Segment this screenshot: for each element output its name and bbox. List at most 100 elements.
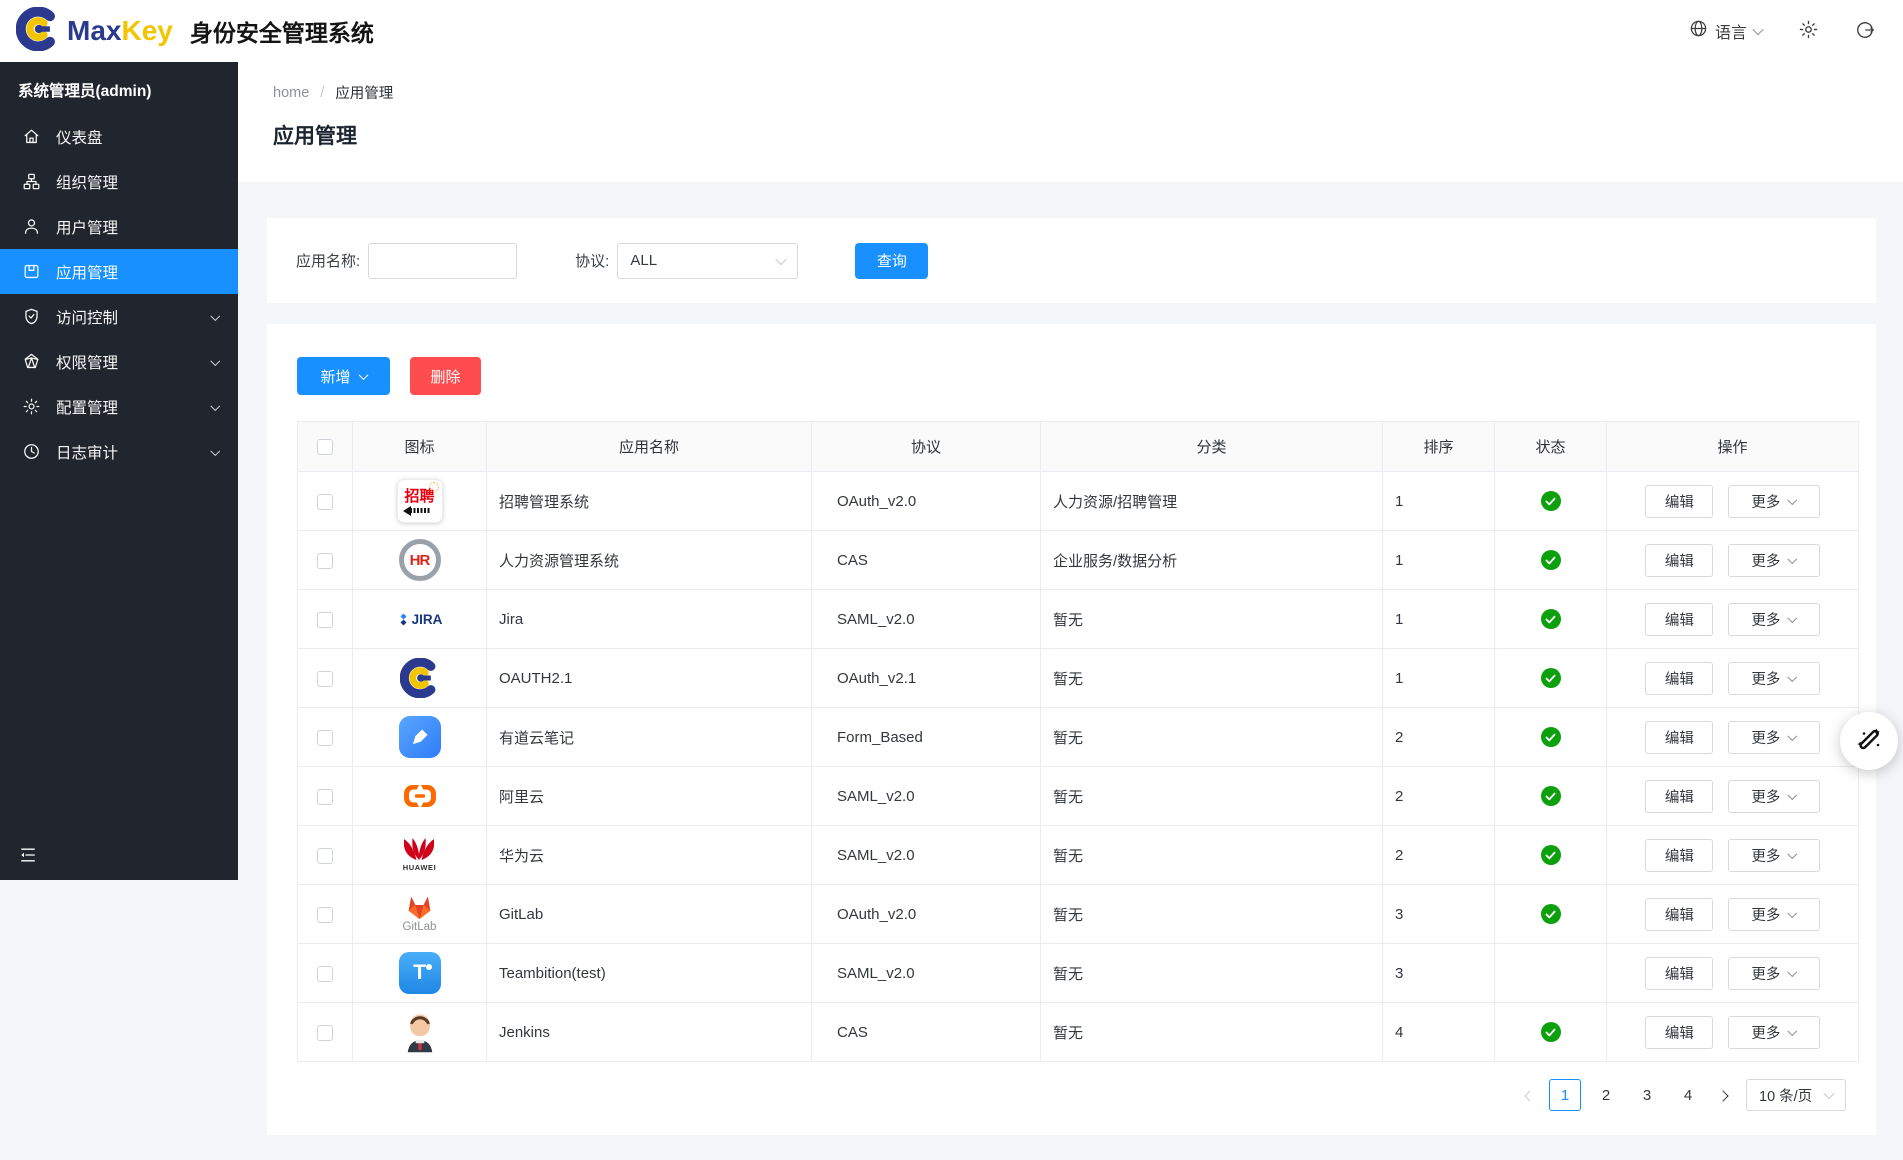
page-header: home / 应用管理 应用管理: [238, 62, 1903, 182]
sort-cell: 1: [1383, 590, 1495, 649]
logout-button[interactable]: [1855, 20, 1875, 43]
magic-wand-icon: [1854, 725, 1884, 758]
app-name-label: 应用名称:: [296, 250, 360, 271]
status-active-icon: [1541, 668, 1561, 688]
chevron-down-icon: [1788, 731, 1797, 740]
row-checkbox[interactable]: [317, 553, 333, 569]
edit-button[interactable]: 编辑: [1645, 839, 1713, 872]
sidebar-collapse-button[interactable]: [18, 845, 38, 868]
edit-button[interactable]: 编辑: [1645, 898, 1713, 931]
edit-button[interactable]: 编辑: [1645, 603, 1713, 636]
edit-button[interactable]: 编辑: [1645, 485, 1713, 518]
edit-button[interactable]: 编辑: [1645, 544, 1713, 577]
row-checkbox[interactable]: [317, 907, 333, 923]
page-number-2[interactable]: 2: [1590, 1079, 1622, 1111]
table-row: GitLab GitLab OAuth_v2.0 暂无 3 编辑 更多: [298, 885, 1859, 944]
add-button[interactable]: 新增: [297, 357, 390, 395]
column-header-sort: 排序: [1383, 422, 1495, 472]
breadcrumb-home-link[interactable]: home: [273, 85, 309, 101]
page-size-select[interactable]: 10 条/页: [1746, 1079, 1846, 1111]
sort-cell: 1: [1383, 472, 1495, 531]
row-checkbox[interactable]: [317, 1025, 333, 1041]
theme-wand-button[interactable]: [1840, 712, 1898, 770]
edit-button[interactable]: 编辑: [1645, 780, 1713, 813]
edit-button[interactable]: 编辑: [1645, 957, 1713, 990]
edit-button[interactable]: 编辑: [1645, 1016, 1713, 1049]
more-button[interactable]: 更多: [1728, 1016, 1820, 1049]
row-checkbox[interactable]: [317, 671, 333, 687]
app-icon: [22, 262, 41, 281]
sort-cell: 3: [1383, 944, 1495, 1003]
table-row: OAUTH2.1 OAuth_v2.1 暂无 1 编辑 更多: [298, 649, 1859, 708]
more-button[interactable]: 更多: [1728, 603, 1820, 636]
sidebar-item-dashboard[interactable]: 仪表盘: [0, 114, 238, 159]
sidebar-item-label: 仪表盘: [56, 126, 103, 148]
sidebar-item-user[interactable]: 用户管理: [0, 204, 238, 249]
protocol-select[interactable]: ALL: [617, 243, 798, 279]
sidebar-item-label: 用户管理: [56, 216, 118, 238]
row-checkbox[interactable]: [317, 730, 333, 746]
sidebar-menu: 仪表盘 组织管理 用户管理 应用管理 访问控制 权限管理 配置管理 日志审计: [0, 114, 238, 474]
more-button[interactable]: 更多: [1728, 780, 1820, 813]
row-checkbox[interactable]: [317, 966, 333, 982]
row-checkbox[interactable]: [317, 494, 333, 510]
row-checkbox[interactable]: [317, 789, 333, 805]
select-all-checkbox[interactable]: [317, 439, 333, 455]
more-button[interactable]: 更多: [1728, 839, 1820, 872]
column-header-status: 状态: [1495, 422, 1607, 472]
sidebar-item-perm[interactable]: 权限管理: [0, 339, 238, 384]
page-number-1[interactable]: 1: [1549, 1079, 1581, 1111]
status-active-icon: [1541, 727, 1561, 747]
chevron-down-icon: [1788, 849, 1797, 858]
sidebar-item-audit[interactable]: 日志审计: [0, 429, 238, 474]
pagination: 1234 10 条/页: [297, 1079, 1856, 1111]
chevron-down-icon: [1788, 495, 1797, 504]
app-icon-youdao: [399, 716, 441, 758]
app-name-input[interactable]: [368, 243, 517, 279]
protocol-cell: Form_Based: [812, 708, 1041, 767]
edit-button[interactable]: 编辑: [1645, 662, 1713, 695]
page-number-3[interactable]: 3: [1631, 1079, 1663, 1111]
sidebar-item-app[interactable]: 应用管理: [0, 249, 238, 294]
chevron-down-icon: [358, 370, 368, 380]
app-name-cell: 有道云笔记: [487, 708, 812, 767]
protocol-cell: SAML_v2.0: [812, 826, 1041, 885]
category-cell: 暂无: [1041, 590, 1383, 649]
language-switcher[interactable]: 语言: [1689, 19, 1762, 43]
chevron-down-icon: [1788, 672, 1797, 681]
page-number-4[interactable]: 4: [1672, 1079, 1704, 1111]
more-button-label: 更多: [1751, 668, 1780, 689]
protocol-cell: CAS: [812, 1003, 1041, 1062]
row-checkbox[interactable]: [317, 848, 333, 864]
breadcrumb-current: 应用管理: [335, 82, 393, 103]
more-button[interactable]: 更多: [1728, 544, 1820, 577]
more-button-label: 更多: [1751, 550, 1780, 571]
sidebar-item-label: 应用管理: [56, 261, 118, 283]
page-number-list: 1234: [1549, 1079, 1704, 1111]
sidebar-item-config[interactable]: 配置管理: [0, 384, 238, 429]
sidebar-item-org[interactable]: 组织管理: [0, 159, 238, 204]
next-page-button[interactable]: [1713, 1084, 1733, 1107]
chevron-down-icon: [1788, 908, 1797, 917]
row-checkbox[interactable]: [317, 612, 333, 628]
more-button[interactable]: 更多: [1728, 957, 1820, 990]
app-icon-maxkey: [400, 658, 440, 698]
delete-button[interactable]: 删除: [410, 357, 481, 395]
more-button[interactable]: 更多: [1728, 721, 1820, 754]
edit-button[interactable]: 编辑: [1645, 721, 1713, 754]
org-icon: [22, 172, 41, 191]
chevron-down-icon: [776, 253, 787, 264]
more-button[interactable]: 更多: [1728, 662, 1820, 695]
sort-cell: 3: [1383, 885, 1495, 944]
search-button[interactable]: 查询: [855, 243, 928, 279]
status-active-icon: [1541, 845, 1561, 865]
column-header-category: 分类: [1041, 422, 1383, 472]
settings-button[interactable]: [1798, 19, 1819, 43]
more-button[interactable]: 更多: [1728, 485, 1820, 518]
previous-page-button[interactable]: [1520, 1084, 1540, 1107]
more-button[interactable]: 更多: [1728, 898, 1820, 931]
protocol-cell: CAS: [812, 531, 1041, 590]
sidebar-item-access[interactable]: 访问控制: [0, 294, 238, 339]
page-size-value: 10 条/页: [1759, 1085, 1812, 1106]
sidebar-item-label: 访问控制: [56, 306, 118, 328]
